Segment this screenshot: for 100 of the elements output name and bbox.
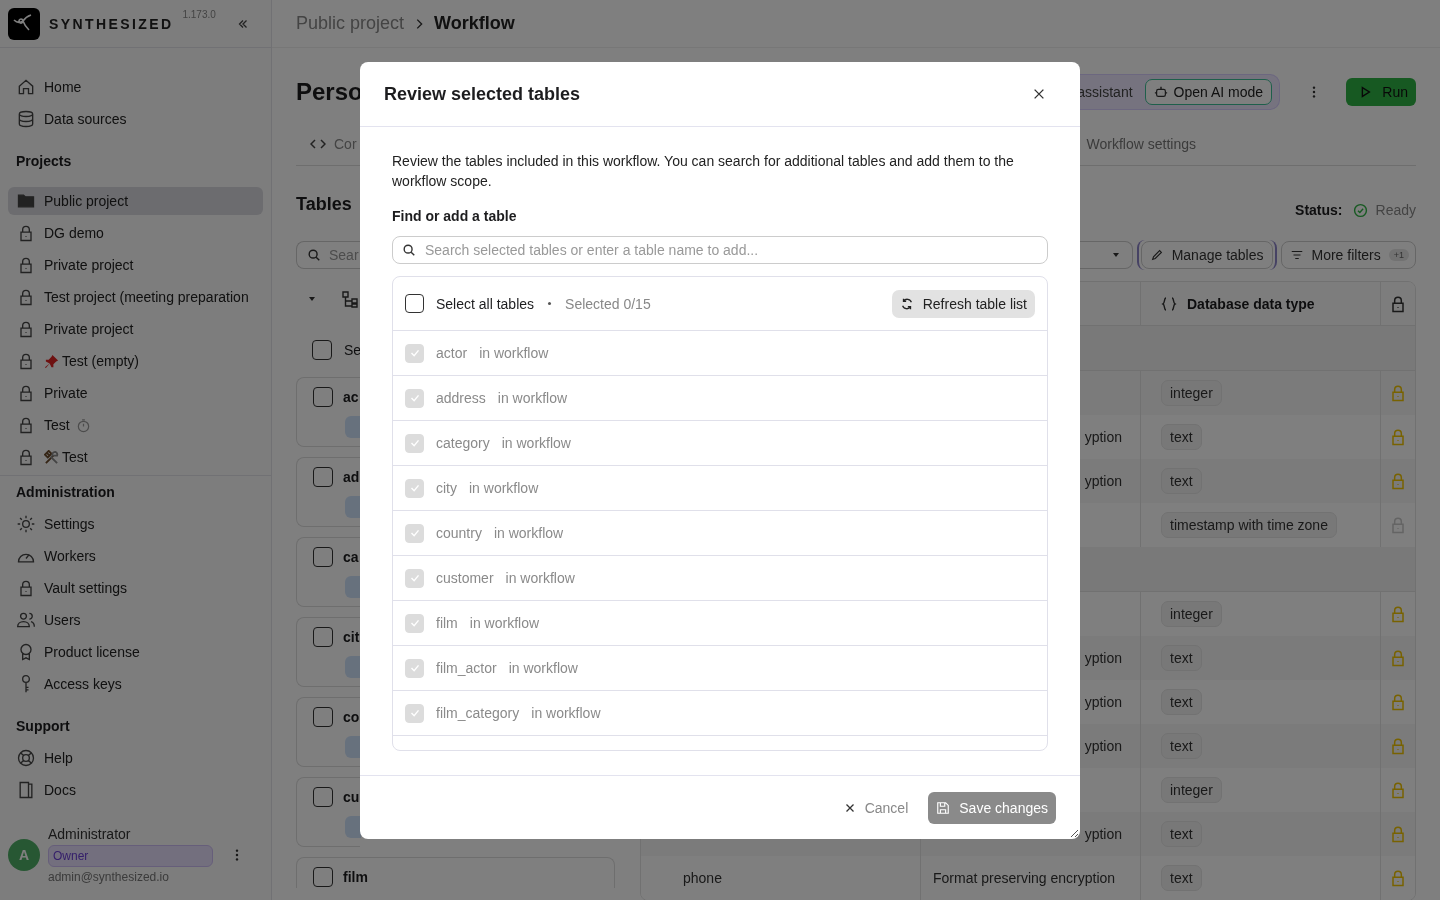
tree-icon[interactable]	[341, 290, 359, 308]
table-status: in workflow	[508, 660, 578, 676]
braces-icon	[1161, 295, 1177, 312]
table-cell: yption	[1084, 473, 1122, 489]
caret-icon[interactable]	[308, 295, 316, 303]
table-status: in workflow	[469, 480, 539, 496]
more-filters-button[interactable]: More filters +1	[1280, 241, 1416, 269]
project-item[interactable]: Test	[8, 411, 263, 439]
checkbox[interactable]	[313, 547, 333, 567]
pencil-icon	[1149, 248, 1164, 262]
breadcrumb-item: Workflow	[434, 13, 515, 34]
table-card[interactable]: ca	[296, 537, 360, 607]
table-cell: yption	[1084, 650, 1122, 666]
table-name: ca	[343, 549, 359, 565]
project-item[interactable]: Test (empty)	[8, 347, 263, 375]
save-icon	[936, 801, 951, 815]
nav-item[interactable]: Data sources	[0, 103, 271, 135]
database-icon	[16, 109, 36, 129]
more-icon[interactable]	[1312, 85, 1317, 99]
table-card[interactable]: cit	[296, 617, 360, 687]
status-value: Ready	[1375, 202, 1416, 218]
checkbox[interactable]	[313, 787, 333, 807]
project-item[interactable]: DG demo	[8, 219, 263, 247]
user-name: Administrator	[48, 826, 132, 842]
data-type-tag: text	[1161, 689, 1202, 715]
more-icon[interactable]	[235, 848, 239, 862]
gear-icon	[16, 514, 36, 534]
checkbox[interactable]	[313, 707, 333, 727]
stopwatch-icon	[75, 417, 91, 433]
project-item[interactable]: Private project	[8, 315, 263, 343]
checkbox[interactable]	[313, 627, 333, 647]
nav-item[interactable]: Workers	[0, 540, 271, 572]
avatar: A	[8, 839, 40, 871]
logo-icon	[8, 7, 40, 40]
checkbox[interactable]	[405, 294, 424, 313]
nav-item[interactable]: Home	[0, 71, 271, 103]
dialog-title: Review selected tables	[384, 83, 581, 105]
table-name: category	[436, 435, 490, 451]
caret-icon	[1111, 251, 1120, 259]
nav-item[interactable]: Docs	[0, 774, 271, 806]
table-card[interactable]: film	[296, 857, 615, 888]
project-item[interactable]: Private project	[8, 251, 263, 279]
table-status: in workflow	[493, 525, 564, 541]
cancel-button[interactable]: Cancel	[834, 794, 917, 822]
checkbox[interactable]	[312, 340, 332, 360]
project-item[interactable]: Test project (meeting preparation	[8, 283, 263, 311]
table-status: in workflow	[505, 570, 575, 586]
tab[interactable]: Workflow settings	[1086, 135, 1196, 152]
table-card[interactable]: ad	[296, 457, 360, 527]
run-button[interactable]: Run	[1346, 78, 1416, 106]
data-type-tag: text	[1161, 645, 1202, 671]
checkbox[interactable]	[313, 867, 333, 887]
table-name: ac	[343, 389, 359, 405]
user-email: admin@synthesized.io	[48, 870, 170, 884]
ai-mode-button[interactable]: Open AI mode	[1144, 79, 1273, 105]
project-item[interactable]: Public project	[8, 187, 263, 215]
close-icon[interactable]	[1032, 87, 1046, 101]
nav-item[interactable]: Users	[0, 604, 271, 636]
nav-item[interactable]: Help	[0, 742, 271, 774]
view-chip	[345, 576, 361, 598]
role-badge: Owner	[48, 845, 213, 867]
nav-item[interactable]: Vault settings	[0, 572, 271, 604]
filter-icon	[1289, 248, 1304, 262]
table-card[interactable]: ac	[296, 377, 360, 447]
refresh-button[interactable]: Refresh table list	[891, 289, 1035, 318]
checkbox[interactable]	[313, 467, 333, 487]
table-cell: yption	[1084, 826, 1122, 842]
search-field[interactable]: Search selected tables or enter a table name to add...	[392, 236, 1048, 264]
nav-item[interactable]: Settings	[0, 508, 271, 540]
filter-count: +1	[1388, 249, 1409, 261]
breadcrumb-item[interactable]: Public project	[296, 13, 405, 34]
version-label: 1.173.0	[182, 9, 216, 20]
table-status: in workflow	[469, 615, 540, 631]
select-all-label[interactable]: Select all tables	[436, 295, 535, 312]
table-name: film_category	[436, 705, 520, 721]
robot-icon	[1153, 85, 1168, 99]
nav-item[interactable]: Product license	[0, 636, 271, 668]
table-name: film_actor	[436, 660, 497, 676]
manage-tables-button[interactable]: Manage tables	[1140, 241, 1273, 269]
brand-name: SYNTHESIZED	[49, 15, 174, 32]
table-name: country	[436, 525, 482, 541]
table-card[interactable]: co	[296, 697, 360, 767]
table-name: cu	[343, 789, 360, 805]
table-name: city	[436, 480, 457, 496]
project-item[interactable]: Private	[8, 379, 263, 407]
table-status: in workflow	[531, 705, 601, 721]
resize-handle-icon[interactable]	[1069, 828, 1079, 838]
home-icon	[16, 77, 36, 97]
project-item[interactable]: Test	[8, 443, 263, 471]
check-circle-icon	[1352, 202, 1368, 218]
data-type-tag: text	[1161, 468, 1202, 494]
table-cell: yption	[1084, 694, 1122, 710]
checkbox[interactable]	[313, 387, 333, 407]
table-status: in workflow	[501, 435, 571, 451]
data-type-tag: text	[1161, 821, 1202, 847]
section-heading: Support	[15, 717, 71, 736]
nav-item[interactable]: Access keys	[0, 668, 271, 700]
tab[interactable]: Cor	[310, 135, 357, 152]
select-label: Se	[344, 342, 362, 358]
table-card[interactable]: cu	[296, 777, 360, 847]
